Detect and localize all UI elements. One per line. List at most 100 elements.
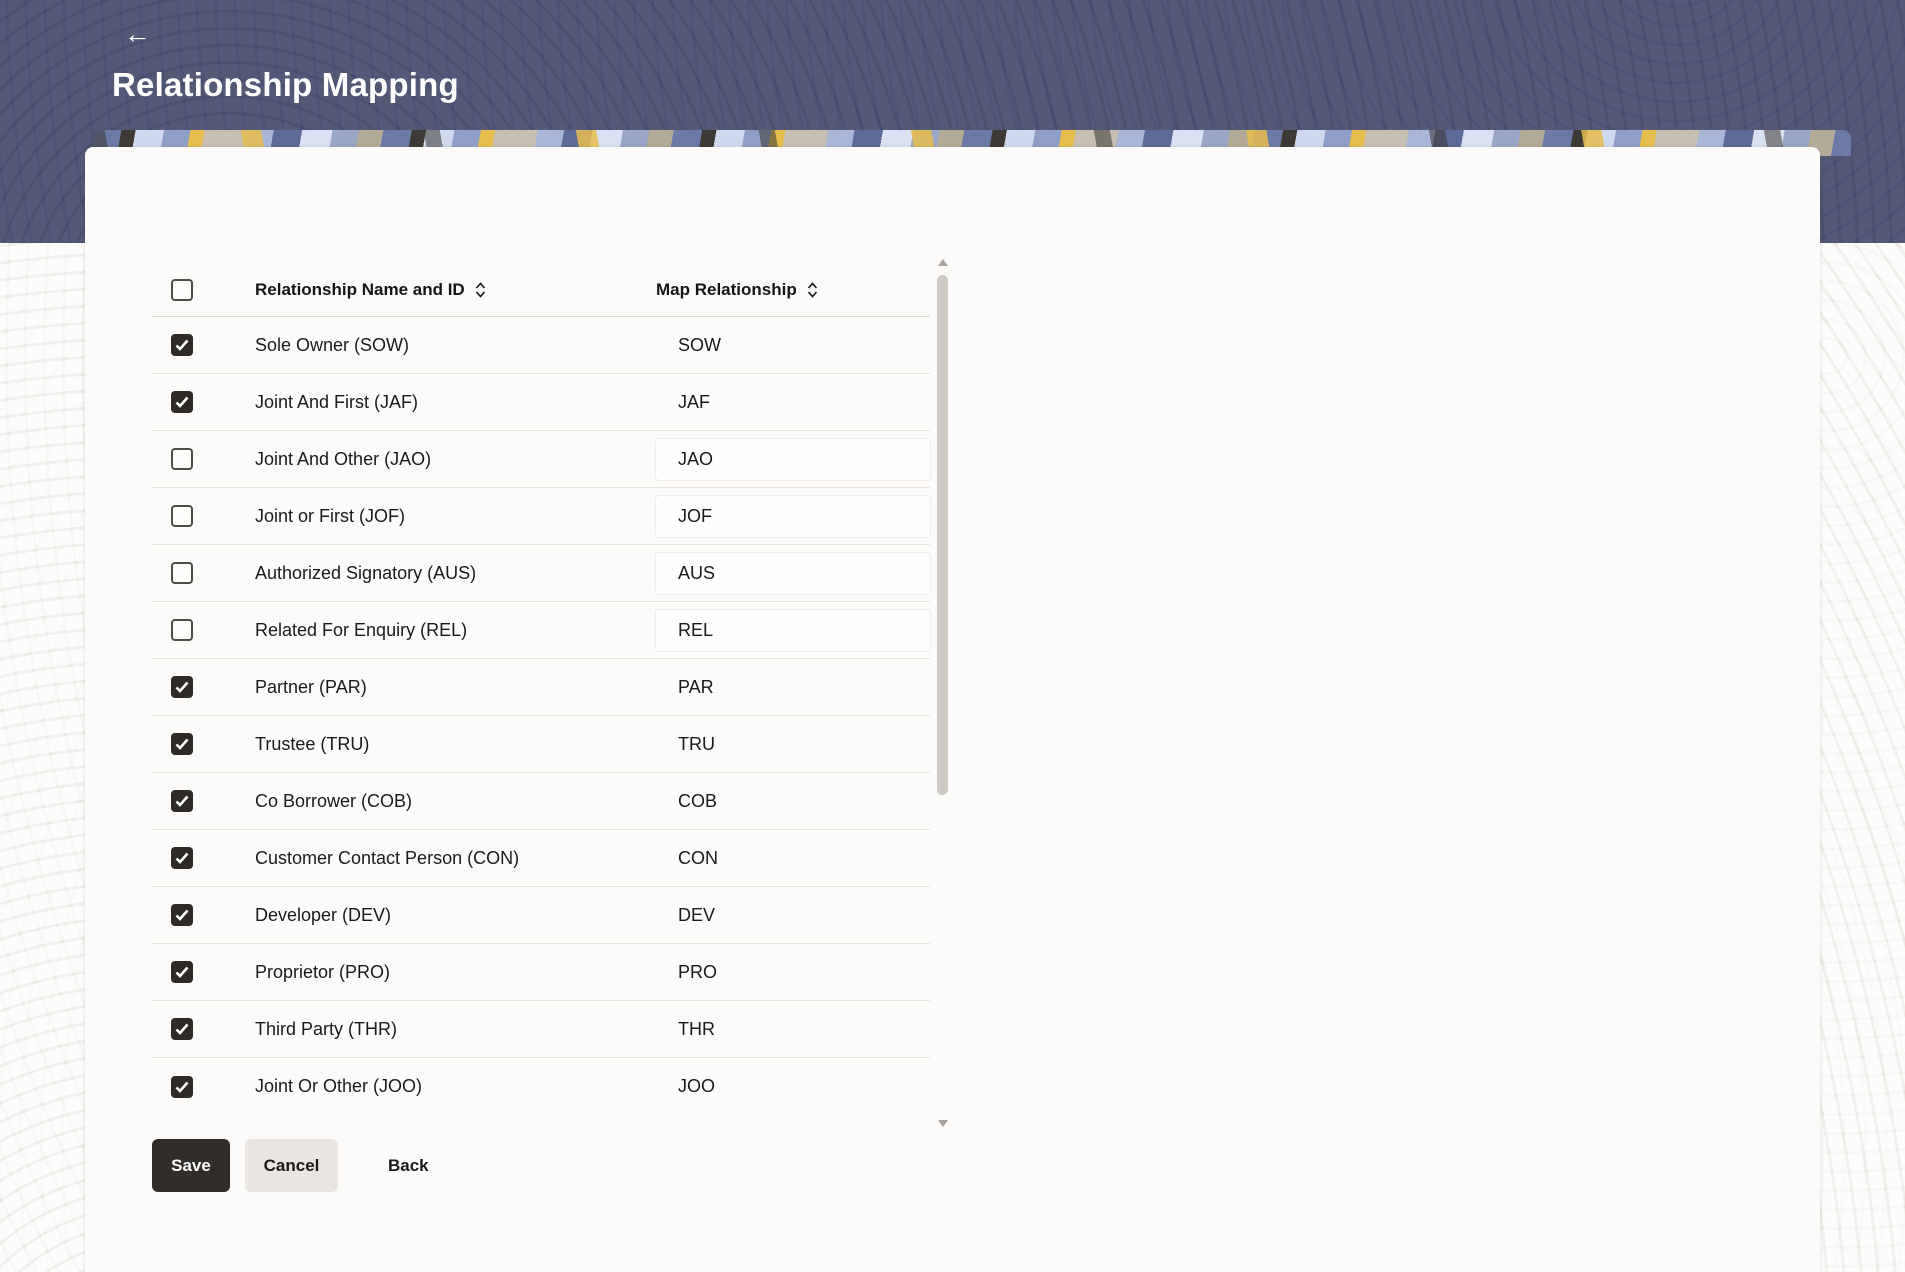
table-row: Customer Contact Person (CON) CON: [152, 830, 930, 887]
row-checkbox[interactable]: [171, 448, 193, 470]
row-checkbox-cell: [152, 391, 255, 413]
relationship-name: Joint Or Other (JOO): [255, 1076, 656, 1097]
relationship-name: Joint And First (JAF): [255, 392, 656, 413]
row-checkbox[interactable]: [171, 334, 193, 356]
row-checkbox-cell: [152, 733, 255, 755]
map-relationship-value: THR: [656, 1019, 715, 1040]
row-checkbox[interactable]: [171, 562, 193, 584]
row-checkbox-cell: [152, 961, 255, 983]
relationship-name: Authorized Signatory (AUS): [255, 563, 656, 584]
check-icon: [175, 795, 189, 807]
relationship-name: Sole Owner (SOW): [255, 335, 656, 356]
cancel-button[interactable]: Cancel: [245, 1139, 338, 1192]
table-row: Joint or First (JOF) JOF: [152, 488, 930, 545]
sort-icon: [806, 281, 819, 299]
map-relationship-value: JAO: [656, 449, 713, 470]
map-relationship-value: COB: [656, 791, 717, 812]
check-icon: [175, 339, 189, 351]
table-row: Partner (PAR) PAR: [152, 659, 930, 716]
map-relationship-cell: SOW: [656, 317, 930, 373]
map-relationship-value: REL: [656, 620, 713, 641]
relationship-name: Third Party (THR): [255, 1019, 656, 1040]
relationship-name: Trustee (TRU): [255, 734, 656, 755]
check-icon: [175, 396, 189, 408]
page-title: Relationship Mapping: [112, 66, 459, 104]
sort-icon: [474, 281, 487, 299]
map-relationship-value: PRO: [656, 962, 717, 983]
row-checkbox-cell: [152, 619, 255, 641]
row-checkbox-cell: [152, 562, 255, 584]
row-checkbox[interactable]: [171, 391, 193, 413]
table-row: Related For Enquiry (REL) REL: [152, 602, 930, 659]
map-relationship-value: JOF: [656, 506, 712, 527]
check-icon: [175, 1023, 189, 1035]
scroll-up-icon[interactable]: [938, 259, 948, 266]
row-checkbox[interactable]: [171, 904, 193, 926]
row-checkbox[interactable]: [171, 619, 193, 641]
table-scrollbar: [936, 259, 950, 1127]
map-relationship-cell[interactable]: JAO: [656, 431, 930, 487]
map-relationship-cell: TRU: [656, 716, 930, 772]
column-header-name: Relationship Name and ID: [255, 280, 656, 300]
relationship-name: Co Borrower (COB): [255, 791, 656, 812]
map-relationship-cell: COB: [656, 773, 930, 829]
table-row: Joint Or Other (JOO) JOO: [152, 1058, 930, 1115]
map-relationship-value: TRU: [656, 734, 715, 755]
map-relationship-cell[interactable]: REL: [656, 602, 930, 658]
page: ← Relationship Mapping Relationship Name…: [0, 0, 1905, 1272]
row-checkbox[interactable]: [171, 505, 193, 527]
back-button[interactable]: Back: [378, 1139, 439, 1192]
back-arrow-icon[interactable]: ←: [124, 16, 164, 52]
check-icon: [175, 738, 189, 750]
check-icon: [175, 681, 189, 693]
column-header-name-label: Relationship Name and ID: [255, 280, 465, 300]
row-checkbox-cell: [152, 1076, 255, 1098]
row-checkbox-cell: [152, 790, 255, 812]
select-all-checkbox[interactable]: [171, 279, 193, 301]
sort-by-name[interactable]: Relationship Name and ID: [255, 280, 487, 300]
check-icon: [175, 1081, 189, 1093]
table-row: Developer (DEV) DEV: [152, 887, 930, 944]
row-checkbox[interactable]: [171, 676, 193, 698]
table-row: Trustee (TRU) TRU: [152, 716, 930, 773]
relationship-name: Joint And Other (JAO): [255, 449, 656, 470]
table-row: Third Party (THR) THR: [152, 1001, 930, 1058]
relationship-mapping-table: Relationship Name and ID Map Relationshi…: [152, 263, 930, 1115]
row-checkbox[interactable]: [171, 1076, 193, 1098]
table-body: Sole Owner (SOW) SOW Joint And First: [152, 317, 930, 1115]
table-row: Joint And First (JAF) JAF: [152, 374, 930, 431]
row-checkbox[interactable]: [171, 790, 193, 812]
row-checkbox-cell: [152, 904, 255, 926]
row-checkbox[interactable]: [171, 961, 193, 983]
table-row: Sole Owner (SOW) SOW: [152, 317, 930, 374]
row-checkbox[interactable]: [171, 847, 193, 869]
map-relationship-cell[interactable]: JOF: [656, 488, 930, 544]
table-header-row: Relationship Name and ID Map Relationshi…: [152, 263, 930, 317]
relationship-name: Partner (PAR): [255, 677, 656, 698]
sort-by-map[interactable]: Map Relationship: [656, 280, 819, 300]
map-relationship-cell: CON: [656, 830, 930, 886]
scroll-down-icon[interactable]: [938, 1120, 948, 1127]
row-checkbox-cell: [152, 334, 255, 356]
map-relationship-cell: JOO: [656, 1058, 930, 1115]
map-relationship-value: JOO: [656, 1076, 715, 1097]
map-relationship-value: CON: [656, 848, 718, 869]
map-relationship-value: JAF: [656, 392, 710, 413]
row-checkbox-cell: [152, 448, 255, 470]
row-checkbox[interactable]: [171, 1018, 193, 1040]
map-relationship-cell: PAR: [656, 659, 930, 715]
table-row: Joint And Other (JAO) JAO: [152, 431, 930, 488]
relationship-name: Customer Contact Person (CON): [255, 848, 656, 869]
map-relationship-cell: THR: [656, 1001, 930, 1057]
row-checkbox[interactable]: [171, 733, 193, 755]
save-button[interactable]: Save: [152, 1139, 230, 1192]
map-relationship-cell[interactable]: AUS: [656, 545, 930, 601]
map-relationship-value: AUS: [656, 563, 715, 584]
relationship-name: Developer (DEV): [255, 905, 656, 926]
relationship-name: Related For Enquiry (REL): [255, 620, 656, 641]
map-relationship-value: PAR: [656, 677, 714, 698]
scrollbar-thumb[interactable]: [937, 275, 948, 795]
table-row: Co Borrower (COB) COB: [152, 773, 930, 830]
check-icon: [175, 966, 189, 978]
row-checkbox-cell: [152, 847, 255, 869]
